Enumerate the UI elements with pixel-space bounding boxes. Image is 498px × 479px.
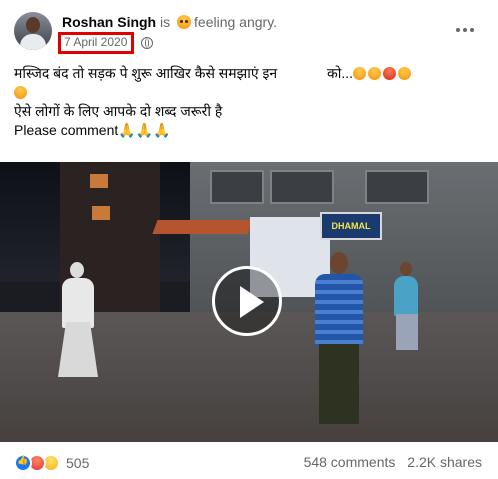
author-avatar[interactable] bbox=[14, 12, 52, 50]
play-icon[interactable] bbox=[212, 266, 282, 336]
post-header: Roshan Singh is feeling angry. 7 April 2… bbox=[0, 0, 498, 58]
post-video[interactable]: DHAMAL bbox=[0, 162, 498, 442]
angry-emoji-icon bbox=[353, 67, 367, 80]
like-reaction-icon bbox=[14, 454, 32, 472]
comments-count[interactable]: 548 comments bbox=[304, 454, 396, 470]
shares-count[interactable]: 2.2K shares bbox=[407, 454, 482, 470]
post-text-main: मस्जिद बंद तो सड़क पे शुरू आखिर कैसे समझ… bbox=[14, 65, 278, 81]
angry-emoji-icon bbox=[368, 67, 382, 80]
post-text-line-1: मस्जिद बंद तो सड़क पे शुरू आखिर कैसे समझ… bbox=[14, 64, 484, 83]
post-text-line-3: Please comment🙏🙏🙏 bbox=[14, 121, 484, 140]
more-options-icon[interactable] bbox=[450, 20, 480, 40]
post-date[interactable]: 7 April 2020 bbox=[64, 35, 127, 49]
globe-icon bbox=[141, 37, 153, 49]
angry-emoji-icon bbox=[398, 67, 412, 80]
please-comment-text: Please comment bbox=[14, 122, 119, 138]
author-name[interactable]: Roshan Singh bbox=[62, 14, 156, 30]
is-text: is bbox=[160, 14, 171, 30]
post-body: मस्जिद बंद तो सड़क पे शुरू आखिर कैसे समझ… bbox=[14, 64, 484, 140]
feeling-text: feeling angry. bbox=[194, 14, 278, 30]
author-line: Roshan Singh is feeling angry. bbox=[62, 14, 277, 30]
pray-emojis: 🙏🙏🙏 bbox=[118, 122, 171, 138]
post-text-line-2: ऐसे लोगों के लिए आपके दो शब्द जरूरी है bbox=[14, 103, 223, 119]
rage-emoji-icon bbox=[383, 67, 397, 80]
reactions-summary[interactable]: 505 bbox=[14, 454, 89, 472]
post-emoji-row bbox=[14, 83, 484, 102]
post-footer: 505 548 comments 2.2K shares bbox=[0, 442, 498, 479]
angry-feeling-icon bbox=[177, 15, 192, 29]
post-text-tail: को... bbox=[327, 65, 354, 81]
video-shop-sign: DHAMAL bbox=[320, 212, 382, 240]
engagement-stats: 548 comments 2.2K shares bbox=[304, 454, 482, 470]
reaction-count: 505 bbox=[66, 455, 90, 471]
angry-emoji-icon bbox=[14, 86, 27, 99]
